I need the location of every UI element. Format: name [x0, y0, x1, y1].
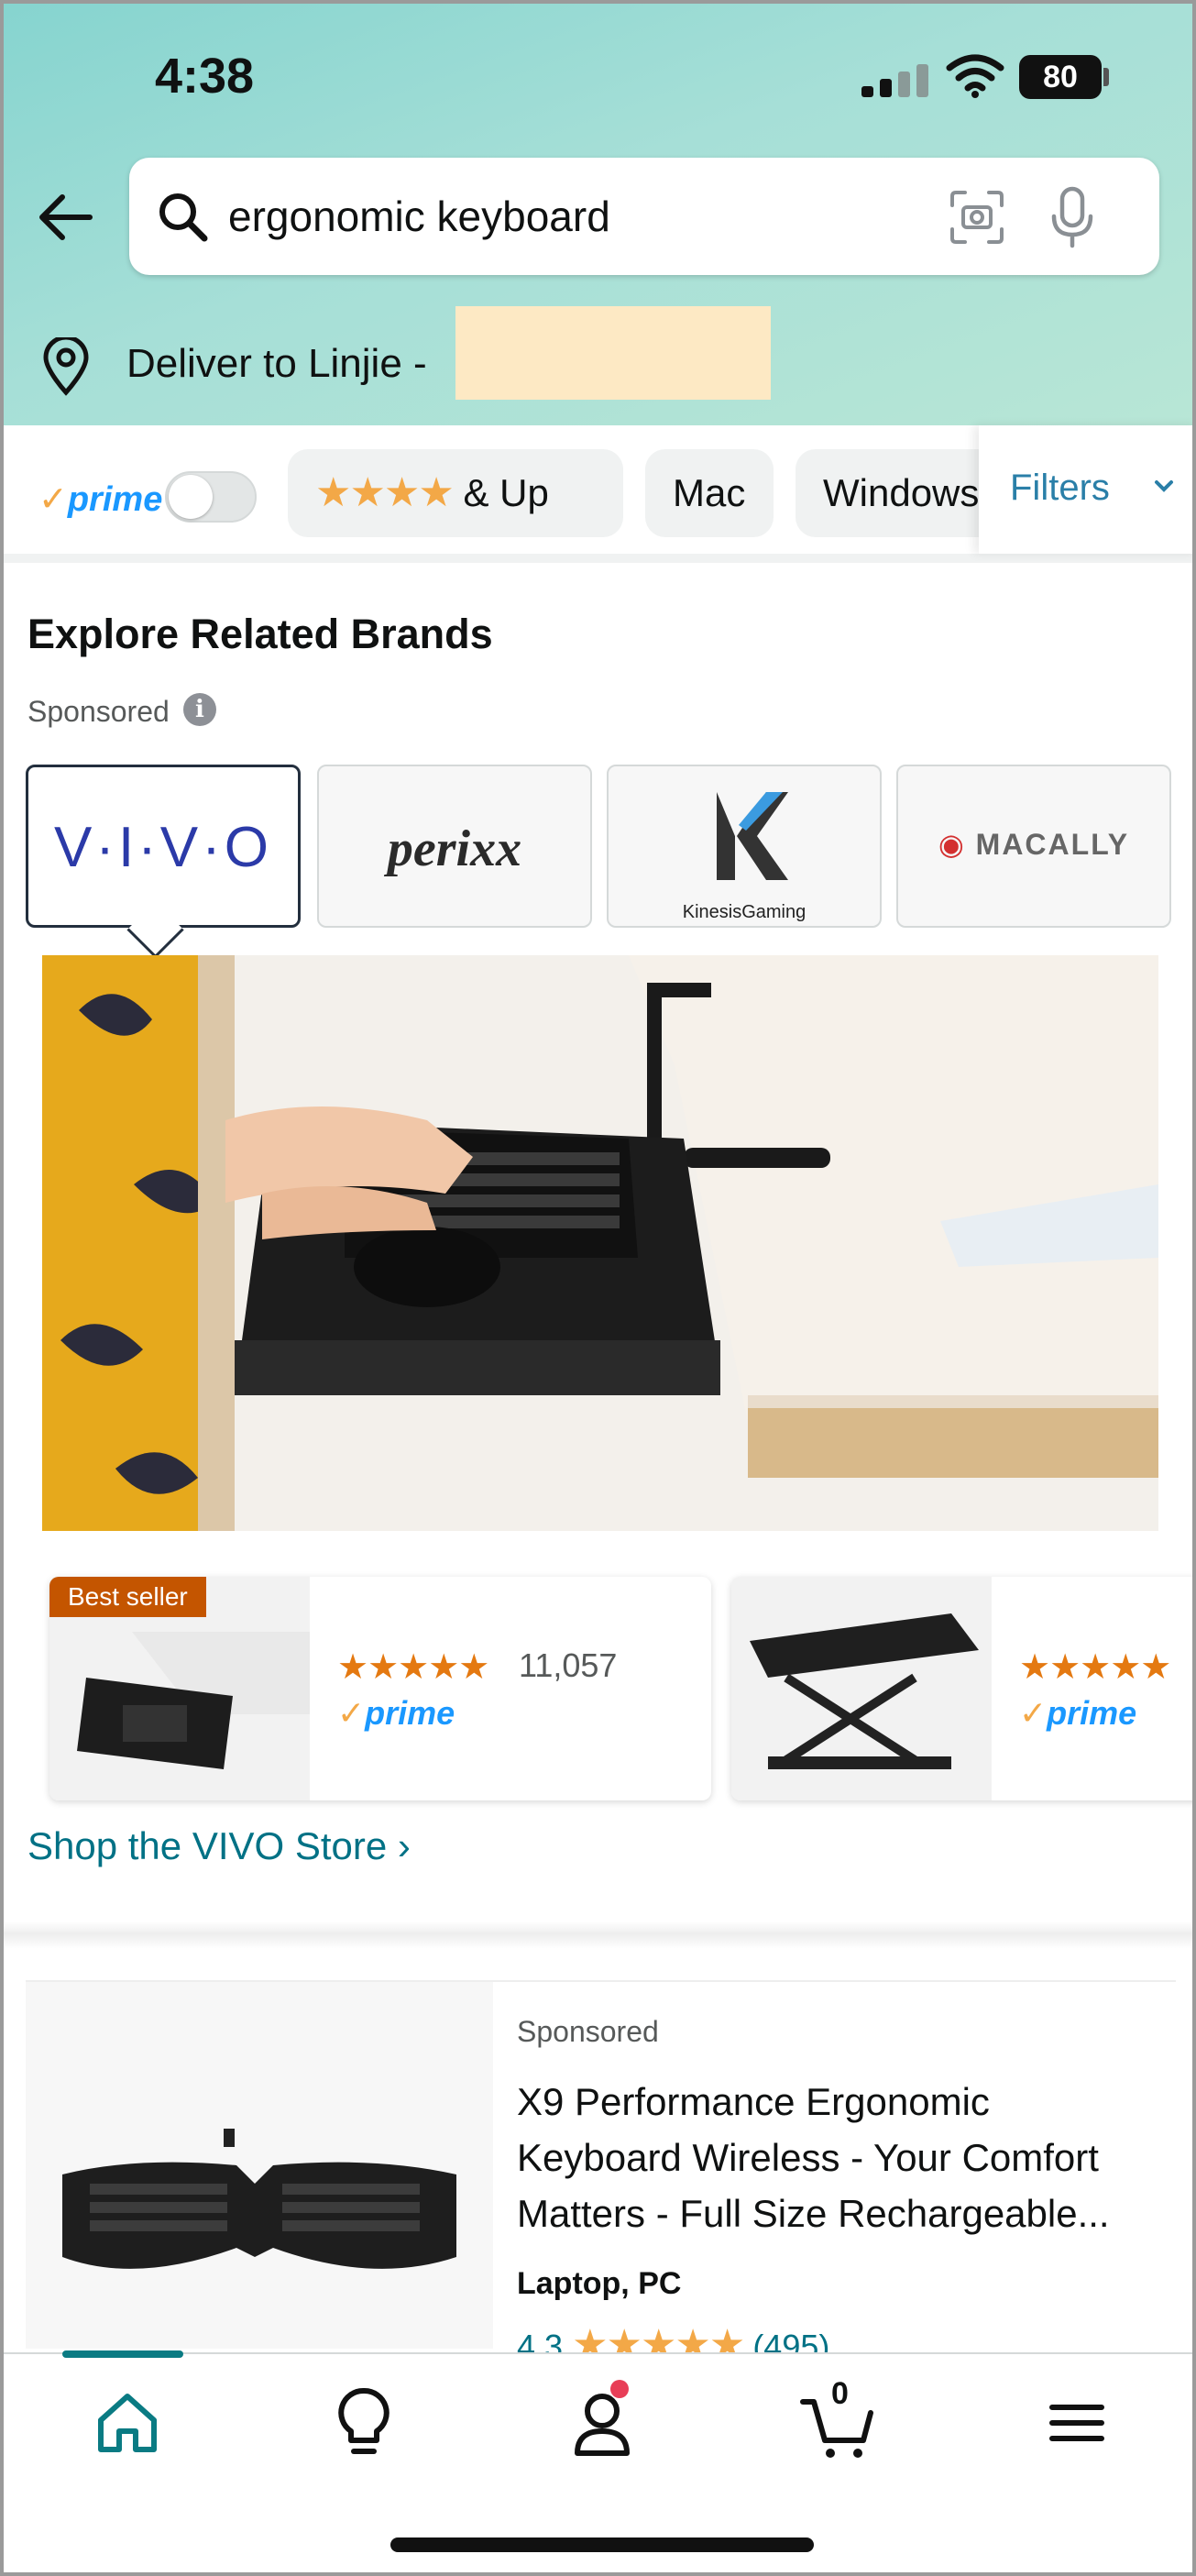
- product-image: [26, 1982, 493, 2349]
- status-time: 4:38: [155, 49, 255, 104]
- perixx-logo: perixx: [387, 820, 522, 877]
- search-input[interactable]: [228, 185, 1016, 248]
- back-arrow-icon[interactable]: [35, 187, 95, 248]
- battery-indicator: 80: [1019, 55, 1102, 99]
- related-brands-title: Explore Related Brands: [27, 611, 493, 657]
- section-divider: [4, 1921, 1192, 1949]
- shop-store-link[interactable]: Shop the VIVO Store ›: [27, 1824, 411, 1868]
- search-icon: [159, 193, 208, 242]
- nav-account[interactable]: [561, 2380, 643, 2464]
- brand-perixx[interactable]: perixx: [317, 765, 592, 928]
- sponsored-product-card[interactable]: Sponsored X9 Performance Ergonomic Keybo…: [26, 1980, 1176, 2367]
- bottom-navigation: 0: [4, 2350, 1192, 2572]
- product-compatibility: Laptop, PC: [517, 2266, 682, 2301]
- search-bar[interactable]: [129, 158, 1159, 275]
- home-icon: [98, 2394, 157, 2452]
- header: 4:38 80 ergonomic keyboard Deliver to Li…: [4, 4, 1192, 425]
- best-seller-badge: Best seller: [49, 1577, 206, 1617]
- star-rating-icon: ★★★★★: [1019, 1648, 1171, 1687]
- kinesis-logo: KinesisGaming: [609, 785, 880, 922]
- brand-macally[interactable]: ◉ MACALLY: [896, 765, 1171, 928]
- prime-badge: ✓prime: [1019, 1694, 1137, 1732]
- app-frame: 4:38 80 ergonomic keyboard Deliver to Li…: [0, 0, 1196, 2576]
- brand-product-card[interactable]: Best seller ★★★★★ 11,057 ✓prime: [49, 1577, 711, 1800]
- notification-dot: [610, 2380, 629, 2398]
- star-rating-icon: ★★★★★: [337, 1648, 489, 1687]
- brand-hero-image[interactable]: [42, 955, 1158, 1531]
- product-title[interactable]: X9 Performance Ergonomic Keyboard Wirele…: [517, 2074, 1158, 2241]
- brand-product-card[interactable]: ★★★★★ ✓prime: [731, 1577, 1192, 1800]
- keyboard-stand-thumbnail: [731, 1577, 992, 1800]
- info-icon[interactable]: i: [183, 693, 216, 726]
- four-stars-icon: ★★★★: [315, 470, 455, 515]
- nav-cart[interactable]: 0: [797, 2376, 880, 2464]
- vivo-logo: V·I·V·O: [53, 816, 273, 879]
- battery-nub: [1103, 68, 1109, 86]
- prime-logo: ✓prime: [38, 480, 163, 519]
- prime-badge: ✓prime: [337, 1694, 455, 1732]
- windows-filter-chip[interactable]: Windows: [796, 449, 1006, 537]
- cellular-signal-icon: [861, 62, 931, 97]
- active-tab-indicator: [62, 2350, 183, 2358]
- mac-filter-chip[interactable]: Mac: [645, 449, 774, 537]
- delivery-label: Deliver to Linjie -: [126, 341, 427, 386]
- macally-logo: ◉ MACALLY: [938, 828, 1130, 861]
- sponsored-label: Sponsored: [27, 695, 170, 728]
- account-icon: [575, 2394, 630, 2456]
- location-pin-icon: [43, 337, 89, 396]
- home-indicator: [390, 2537, 814, 2552]
- sponsored-label: Sponsored: [517, 2015, 659, 2048]
- menu-icon: [1049, 2405, 1104, 2441]
- cart-count: 0: [831, 2376, 849, 2411]
- lightbulb-icon: [338, 2387, 390, 2454]
- brand-kinesis[interactable]: KinesisGaming: [607, 765, 882, 928]
- delivery-location-bar[interactable]: Deliver to Linjie -: [4, 306, 1192, 425]
- review-count: 11,057: [519, 1646, 618, 1684]
- nav-menu[interactable]: [1036, 2382, 1118, 2464]
- filters-button[interactable]: Filters: [979, 425, 1192, 554]
- nav-inspire[interactable]: [323, 2382, 405, 2464]
- microphone-icon[interactable]: [1048, 185, 1097, 249]
- camera-search-icon[interactable]: [949, 189, 1005, 246]
- wifi-icon: [946, 54, 1004, 98]
- status-bar: 4:38 80: [4, 40, 1192, 114]
- brand-vivo[interactable]: V·I·V·O: [26, 765, 301, 928]
- nav-home[interactable]: [86, 2382, 169, 2464]
- redacted-address: [455, 306, 771, 400]
- filter-bar: ✓prime ★★★★ & Up Mac Windows Filters: [4, 425, 1192, 563]
- chevron-down-icon: [1155, 480, 1173, 492]
- rating-filter-chip[interactable]: ★★★★ & Up: [288, 449, 623, 537]
- prime-toggle[interactable]: [165, 471, 257, 523]
